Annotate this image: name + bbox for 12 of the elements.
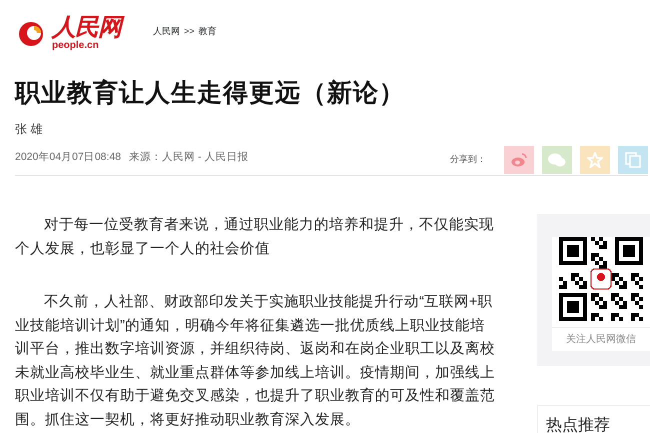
breadcrumb-link[interactable]: 教育	[198, 25, 217, 38]
qr-caption: 关注人民网微信	[552, 327, 650, 351]
breadcrumb-separator: >>	[184, 25, 195, 38]
article-source: 来源：人民网 - 人民日报	[129, 150, 248, 165]
section-heading: 热点推荐	[537, 405, 650, 433]
publish-date: 2020年04月07日08:48	[15, 150, 121, 165]
author-name: 张 雄	[15, 121, 44, 138]
breadcrumb-link[interactable]: 人民网	[153, 25, 180, 38]
article-title: 职业教育让人生走得更远（新论）	[15, 78, 406, 108]
article-paragraph: 对于每一位受教育者来说，通过职业能力的培养和提升，不仅能实现个人发展，也彰显了一个人的社会价值	[15, 216, 496, 258]
article-paragraph: 不久前，人社部、财政部印发关于实施职业技能提升行动“互联网+职业技能培训计划”的通知，明确今年将征集遴选一批优质线上职业技能培训平台，推出数字培训资源，并组织待岗、返岗和在岗企业职工以及离校未就业高校毕业生、就业重点群体等参加线上培训。疫情期间，加强线上职业培训不仅有助于避免交叉感染，也提升了职业教育的可及性和覆盖范围。抓住这一契机，将更好推动职业教育深入发展。	[15, 292, 496, 430]
share-label: 分享到：	[450, 153, 486, 166]
